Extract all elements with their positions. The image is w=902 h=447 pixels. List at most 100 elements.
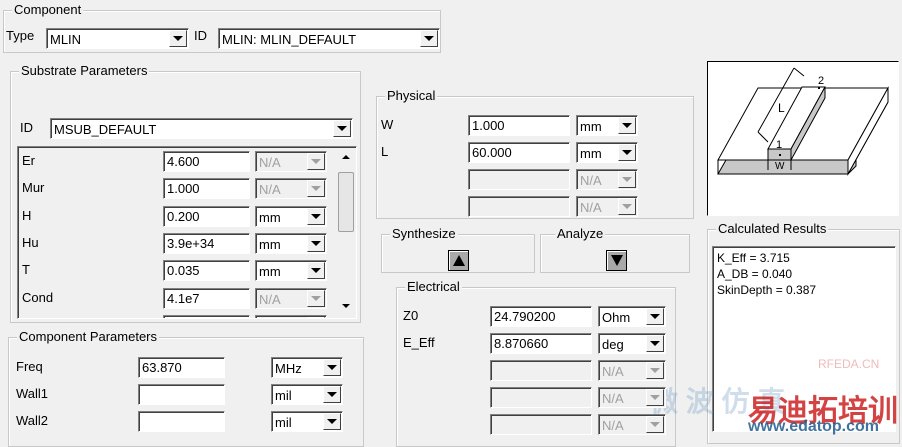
length-label: L <box>778 101 785 115</box>
unit-value: N/A <box>580 173 602 188</box>
chevron-down-icon[interactable] <box>646 335 664 352</box>
component-params-legend: Component Parameters <box>17 329 160 344</box>
param-value-input[interactable]: 60.000 <box>468 142 570 163</box>
unit-select[interactable]: mm <box>576 115 638 136</box>
param-value-input <box>490 387 592 408</box>
param-label: L <box>381 144 389 159</box>
chevron-down-icon[interactable] <box>307 207 325 225</box>
scrollbar[interactable] <box>337 148 355 317</box>
unit-select: N/A <box>598 387 666 408</box>
chevron-down-icon[interactable] <box>333 120 351 137</box>
param-value-input[interactable]: 4.600 <box>163 151 250 172</box>
unit-select[interactable]: Ohm <box>598 306 666 327</box>
arrow-down-icon <box>610 255 623 266</box>
scroll-thumb[interactable] <box>338 172 354 232</box>
param-value-input[interactable]: 0.200 <box>163 205 250 227</box>
scroll-down-icon[interactable] <box>342 304 350 308</box>
param-label: Freq <box>16 359 43 374</box>
param-value-input[interactable]: 1.000 <box>163 178 250 200</box>
scroll-up-icon[interactable] <box>342 155 350 159</box>
param-label: Wall2 <box>16 413 49 428</box>
unit-select[interactable]: mil <box>271 411 343 432</box>
unit-select: N/A <box>598 360 666 381</box>
unit-value: N/A <box>580 200 602 215</box>
unit-select[interactable]: mm <box>255 205 327 227</box>
param-value-input <box>468 169 570 190</box>
component-id-select[interactable]: MLIN: MLIN_DEFAULT <box>218 28 440 49</box>
param-value-input[interactable]: 8.870660 <box>490 333 592 354</box>
unit-value: mm <box>580 146 602 161</box>
unit-value: Ohm <box>602 310 631 325</box>
unit-value: mil <box>275 415 292 430</box>
chevron-down-icon[interactable] <box>618 144 636 161</box>
chevron-down-icon[interactable] <box>323 386 341 403</box>
unit-select: N/A <box>598 414 666 435</box>
chevron-down-icon[interactable] <box>307 234 325 252</box>
param-value-input <box>468 196 570 217</box>
unit-value: N/A <box>602 364 624 379</box>
results-legend: Calculated Results <box>716 221 829 236</box>
component-legend: Component <box>12 2 84 17</box>
result-line: K_Eff = 3.715 <box>717 251 790 265</box>
param-value-input[interactable]: 4.1e7 <box>163 287 250 309</box>
param-label: H <box>22 207 32 223</box>
chevron-down-icon[interactable] <box>618 117 636 134</box>
param-value-input[interactable] <box>138 411 225 432</box>
param-value-input[interactable]: 1.000 <box>468 115 570 136</box>
param-value-input[interactable]: 0.035 <box>163 260 250 282</box>
synthesize-legend: Synthesize <box>390 226 458 241</box>
unit-value: mm <box>259 209 281 225</box>
unit-value: N/A <box>602 391 624 406</box>
unit-select[interactable]: mm <box>255 232 327 254</box>
unit-value: N/A <box>259 291 281 307</box>
type-value: MLIN <box>50 32 82 47</box>
chevron-down-icon[interactable] <box>323 359 341 376</box>
chevron-down-icon <box>646 389 664 406</box>
unit-select[interactable]: mm <box>576 142 638 163</box>
unit-select[interactable]: mm <box>255 260 327 282</box>
type-select[interactable]: MLIN <box>46 28 189 49</box>
unit-select[interactable]: deg <box>598 333 666 354</box>
unit-select[interactable]: mil <box>271 384 343 405</box>
param-label: TanD <box>22 317 52 318</box>
param-label: Mur <box>22 180 45 196</box>
unit-select: N/A <box>255 178 327 200</box>
unit-value: deg <box>602 337 624 352</box>
chevron-down-icon[interactable] <box>420 30 438 47</box>
chevron-down-icon[interactable] <box>323 413 341 430</box>
chevron-down-icon <box>307 180 325 198</box>
result-line: SkinDepth = 0.387 <box>717 283 817 297</box>
param-label: E_Eff <box>403 335 435 350</box>
param-value-input[interactable] <box>138 384 225 405</box>
param-value-input[interactable]: 24.790200 <box>490 306 592 327</box>
param-value-input[interactable]: 0.000 <box>163 314 250 318</box>
param-label: Z0 <box>403 308 419 323</box>
unit-select[interactable]: MHz <box>271 357 343 378</box>
substrate-id-value: MSUB_DEFAULT <box>54 122 157 137</box>
param-label: W <box>381 117 394 132</box>
chevron-down-icon <box>646 416 664 433</box>
param-value-input[interactable]: 63.870 <box>138 357 225 378</box>
substrate-params-list[interactable]: Er 4.600 N/A Mur 1.000 N/A H 0.200 mm Hu 3.9e+34 mm… <box>17 146 357 319</box>
microstrip-line-icon: 1 2 L W <box>717 67 889 176</box>
results-textarea[interactable]: K_Eff = 3.715 A_DB = 0.040 SkinDepth = 0… <box>712 246 896 432</box>
substrate-id-select[interactable]: MSUB_DEFAULT <box>50 118 353 139</box>
chevron-down-icon <box>307 316 325 318</box>
param-label: Hu <box>22 234 39 250</box>
unit-value: mm <box>259 264 281 280</box>
chevron-down-icon[interactable] <box>169 30 187 47</box>
substrate-legend: Substrate Parameters <box>19 63 150 78</box>
unit-value: N/A <box>259 182 281 198</box>
unit-value: mm <box>580 119 602 134</box>
synthesize-button[interactable] <box>448 250 469 271</box>
chevron-down-icon[interactable] <box>307 262 325 280</box>
unit-select: N/A <box>576 169 638 190</box>
chevron-down-icon <box>618 198 636 215</box>
unit-value: N/A <box>259 155 281 170</box>
substrate-id-label: ID <box>20 120 33 135</box>
param-value-input[interactable]: 3.9e+34 <box>163 232 250 254</box>
analyze-button[interactable] <box>606 250 627 271</box>
unit-value: MHz <box>275 361 302 376</box>
chevron-down-icon[interactable] <box>646 308 664 325</box>
unit-select: N/A <box>576 196 638 217</box>
